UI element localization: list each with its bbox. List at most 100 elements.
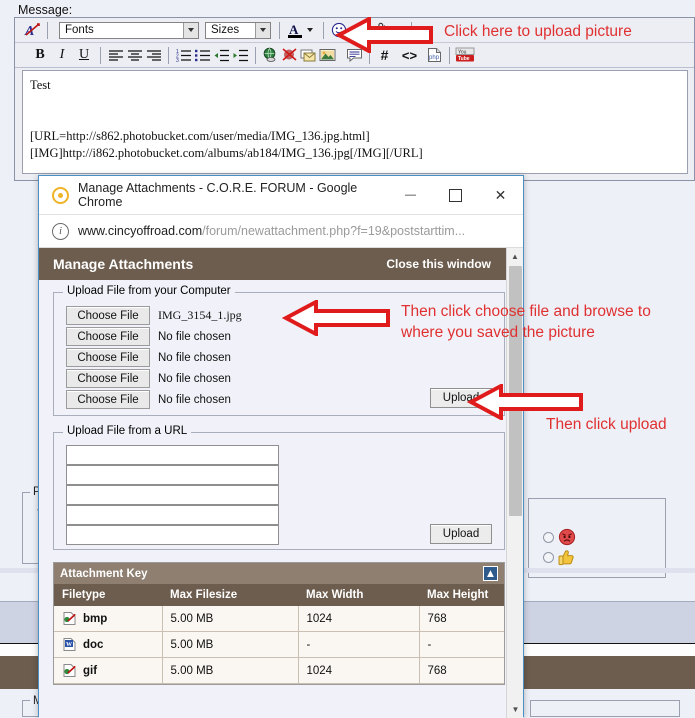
cell-width: 1024	[298, 606, 420, 632]
toolbar-separator	[47, 21, 48, 39]
font-size-value: Sizes	[211, 24, 240, 36]
annotation-arrow-1	[335, 17, 433, 53]
bold-button[interactable]: B	[29, 46, 51, 65]
toolbar-separator	[323, 21, 324, 39]
cell-filesize: 5.00 MB	[162, 606, 299, 632]
message-label: Message:	[18, 3, 73, 17]
file-row: Choose File No file chosen	[66, 347, 396, 368]
filetype-label: gif	[83, 664, 98, 677]
ordered-list-icon[interactable]: 123	[174, 46, 193, 65]
attachment-key-table: Filetype Max Filesize Max Width Max Heig…	[54, 584, 504, 684]
unordered-list-icon[interactable]	[193, 46, 212, 65]
message-line-img: [IMG]http://i862.photobucket.com/albums/…	[30, 146, 423, 160]
close-icon[interactable]: ✕	[478, 177, 523, 214]
image-file-icon	[62, 663, 77, 678]
address-bar-url: www.cincyoffroad.com/forum/newattachment…	[78, 224, 465, 238]
chrome-favicon	[52, 186, 69, 204]
url-input[interactable]	[66, 525, 279, 545]
message-line	[30, 111, 680, 128]
svg-text:You: You	[458, 49, 467, 55]
cell-filetype: bmp	[54, 606, 163, 632]
upload-from-url-fieldset: Upload File from a URL Upload	[53, 425, 505, 550]
url-input[interactable]	[66, 485, 279, 505]
table-row: bmp 5.00 MB 1024 768	[54, 606, 504, 632]
cell-filetype: Wdoc	[54, 631, 163, 658]
align-right-icon[interactable]	[144, 46, 163, 65]
align-left-icon[interactable]	[106, 46, 125, 65]
file-name: No file chosen	[158, 393, 231, 406]
cell-height: -	[419, 631, 504, 658]
window-title-text: Manage Attachments - C.O.R.E. FORUM - Go…	[78, 181, 358, 209]
remove-link-icon[interactable]	[280, 46, 299, 65]
filetype-label: bmp	[83, 612, 108, 625]
underline-button[interactable]: U	[73, 46, 95, 65]
rating-radio-thumbsup[interactable]	[543, 552, 554, 563]
toolbar-separator	[255, 46, 256, 64]
toolbar-separator	[100, 46, 101, 64]
svg-text:Tube: Tube	[458, 56, 470, 62]
scroll-up-icon[interactable]: ▲	[507, 248, 523, 265]
attachment-key-panel: Attachment Key ▲ Filetype Max Filesize M…	[53, 562, 505, 685]
cell-width: -	[298, 631, 420, 658]
message-line-url: [URL=http://s862.photobucket.com/user/me…	[30, 129, 370, 143]
cell-filesize: 5.00 MB	[162, 631, 299, 658]
remove-formatting-icon[interactable]: A	[23, 21, 42, 40]
chevron-down-icon[interactable]	[255, 22, 270, 38]
message-line: Test	[30, 78, 51, 92]
table-header-row: Filetype Max Filesize Max Width Max Heig…	[54, 584, 504, 606]
address-bar[interactable]: i www.cincyoffroad.com/forum/newattachme…	[39, 215, 523, 248]
info-icon[interactable]: i	[52, 222, 69, 240]
font-family-value: Fonts	[65, 24, 94, 36]
message-textarea[interactable]: Test [URL=http://s862.photobucket.com/us…	[22, 70, 688, 174]
url-input[interactable]	[66, 445, 279, 465]
chevron-down-icon[interactable]	[307, 28, 313, 32]
word-file-icon: W	[62, 637, 77, 652]
font-size-select[interactable]: Sizes	[205, 21, 271, 39]
indent-icon[interactable]	[231, 46, 250, 65]
annotation-text-3: Then click upload	[546, 416, 667, 433]
font-family-select[interactable]: Fonts	[59, 21, 199, 39]
choose-file-button[interactable]: Choose File	[66, 369, 150, 388]
svg-text:W: W	[66, 642, 72, 648]
message-line	[30, 94, 680, 111]
choose-file-button[interactable]: Choose File	[66, 390, 150, 409]
file-name: No file chosen	[158, 351, 231, 364]
filetype-label: doc	[83, 638, 104, 651]
column-max-width: Max Width	[298, 584, 419, 606]
close-this-window-link[interactable]: Close this window	[386, 257, 491, 271]
misc-options-box-right	[530, 700, 680, 717]
column-max-height: Max Height	[419, 584, 504, 606]
manage-attachments-window: Manage Attachments - C.O.R.E. FORUM - Go…	[38, 175, 524, 718]
chevron-down-icon[interactable]	[183, 22, 198, 38]
url-input[interactable]	[66, 505, 279, 525]
rating-radio-angry[interactable]	[543, 532, 554, 543]
url-host: www.cincyoffroad.com	[78, 224, 203, 238]
outdent-icon[interactable]	[212, 46, 231, 65]
youtube-icon[interactable]: You Tube	[455, 46, 475, 65]
collapse-icon[interactable]: ▲	[483, 566, 498, 581]
toolbar-separator	[279, 21, 280, 39]
cell-height: 768	[419, 606, 504, 632]
font-color-icon[interactable]: A	[285, 21, 304, 40]
insert-email-icon[interactable]	[299, 46, 318, 65]
upload-url-button[interactable]: Upload	[430, 524, 492, 544]
italic-button[interactable]: I	[51, 46, 73, 65]
upload-from-computer-legend: Upload File from your Computer	[63, 285, 235, 297]
annotation-arrow-2	[282, 300, 390, 336]
insert-link-globe-icon[interactable]	[261, 46, 280, 65]
window-title-bar[interactable]: Manage Attachments - C.O.R.E. FORUM - Go…	[39, 176, 523, 215]
scroll-down-icon[interactable]: ▼	[507, 701, 523, 718]
maximize-icon[interactable]	[433, 177, 478, 214]
annotation-text-1: Click here to upload picture	[444, 23, 632, 40]
choose-file-button[interactable]: Choose File	[66, 306, 150, 325]
url-input[interactable]	[66, 465, 279, 485]
minimize-icon[interactable]: —	[388, 177, 433, 214]
choose-file-button[interactable]: Choose File	[66, 327, 150, 346]
choose-file-button[interactable]: Choose File	[66, 348, 150, 367]
manage-attachments-header: Manage Attachments Close this window	[39, 248, 523, 280]
svg-text:php: php	[429, 55, 440, 61]
file-name: No file chosen	[158, 372, 231, 385]
table-row: Wdoc 5.00 MB - -	[54, 631, 504, 658]
toolbar-separator	[168, 46, 169, 64]
align-center-icon[interactable]	[125, 46, 144, 65]
